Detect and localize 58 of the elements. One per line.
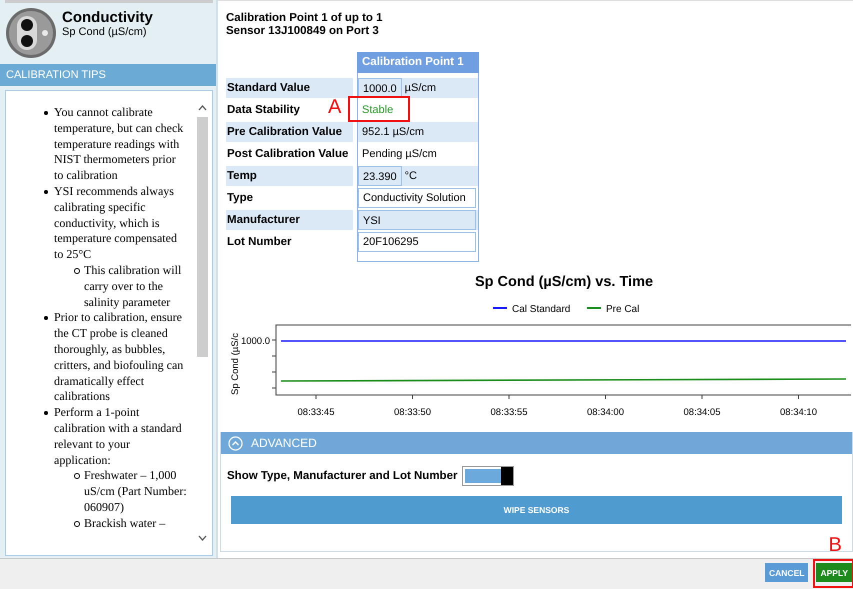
x-tick-label: 08:33:45: [298, 407, 334, 418]
legend-label: Cal Standard: [512, 304, 570, 315]
scroll-down-icon[interactable]: [197, 533, 208, 543]
x-tick-label: 08:34:10: [780, 407, 817, 418]
wipe-sensors-button[interactable]: WIPE SENSORS: [231, 496, 842, 524]
x-tick-label: 08:33:50: [394, 407, 431, 418]
row-label: Post Calibration Value: [227, 148, 348, 160]
sensor-icon: [5, 7, 57, 59]
scroll-up-icon[interactable]: [197, 103, 208, 113]
row-label: Standard Value: [227, 82, 310, 94]
row-label: Type: [227, 192, 253, 204]
value-field: YSI: [358, 210, 476, 230]
x-tick-label: 08:33:55: [490, 407, 528, 418]
row-label: Pre Calibration Value: [227, 126, 342, 138]
advanced-title: ADVANCED: [251, 436, 317, 450]
toggle-switch[interactable]: [462, 466, 514, 486]
tip-text: Perform a 1-point calibration with a standard relevant to your application:: [54, 405, 182, 467]
callout-label: B: [828, 534, 842, 556]
x-tick-label: 08:34:00: [587, 407, 624, 418]
value-text: Pending µS/cm: [361, 148, 437, 160]
tip-text: This calibration will carry over to the salinity parameter: [84, 262, 182, 309]
y-axis-ticks: [272, 340, 276, 388]
legend-label: Pre Cal: [606, 304, 640, 315]
callout-label: A: [328, 95, 342, 119]
sensor-heading: Sensor 13J100849 on Port 3: [225, 25, 380, 38]
column-header: Calibration Point 1: [357, 52, 479, 73]
chart-title: Sp Cond (µS/cm) vs. Time: [474, 274, 654, 290]
row-label: Data Stability: [227, 104, 300, 116]
sensor-title: Conductivity: [62, 9, 153, 26]
row-label: Manufacturer: [227, 214, 300, 226]
calibration-heading: Calibration Point 1 of up to 1: [225, 12, 384, 25]
cancel-button[interactable]: CANCEL: [765, 563, 808, 582]
row-label: Temp: [227, 170, 257, 182]
value-field: 23.390: [358, 166, 402, 186]
callout-box: [348, 96, 410, 122]
y-axis-label: Sp Cond (µS/c: [230, 333, 241, 395]
tip-text: You cannot calibrate temperature, but can check temperature readings with NIST thermometers prior to calibration: [54, 105, 184, 182]
toggle-label: Show Type, Manufacturer and Lot Number: [227, 470, 458, 482]
tip-text: Freshwater – 1,000 uS/cm (Part Number: 060907): [84, 468, 187, 514]
sensor-subtitle: Sp Cond (µS/cm): [62, 26, 148, 38]
unit-label: µS/cm: [404, 82, 436, 94]
advanced-header[interactable]: ADVANCED: [221, 432, 852, 454]
x-tick-label: 08:34:05: [684, 407, 720, 418]
apply-button[interactable]: APPLY: [816, 563, 852, 582]
y-tick-label: 1000.0: [240, 336, 270, 347]
input-field[interactable]: Conductivity Solution: [358, 188, 476, 208]
unit-label: °C: [404, 170, 417, 182]
value-field: 1000.0: [358, 78, 402, 98]
tip-text: YSI recommends always calibrating specific conductivity, which is temperature compensated to 25°C: [54, 184, 177, 262]
row-label: Lot Number: [227, 236, 292, 248]
value-text: 952.1 µS/cm: [361, 126, 424, 138]
tips-header: CALIBRATION TIPS: [0, 64, 216, 86]
input-field[interactable]: 20F106295: [358, 232, 476, 252]
tip-text: Brackish water –: [84, 516, 166, 530]
collapse-icon: [228, 436, 243, 450]
tip-text: Prior to calibration, ensure the CT probe is cleaned thoroughly, as bubbles, critters, and biofouling can dramatically effect calibrations: [54, 310, 184, 404]
callout-box: [813, 559, 853, 588]
stability-status: Stable: [361, 104, 394, 116]
